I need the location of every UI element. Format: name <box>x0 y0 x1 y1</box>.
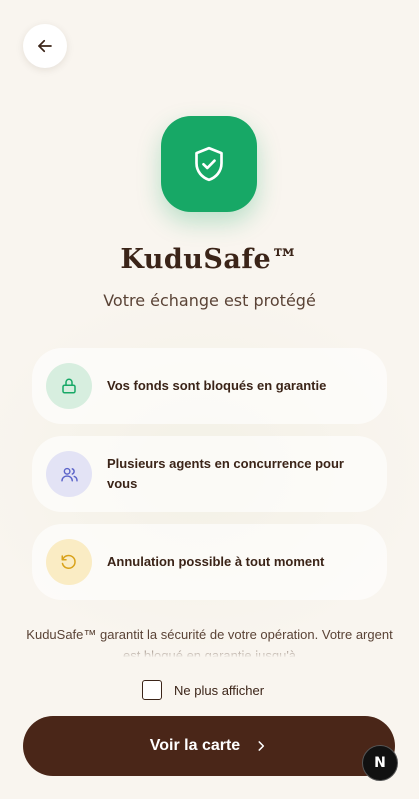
feature-cancellation: Annulation possible à tout moment <box>32 524 387 600</box>
feature-icon-badge <box>46 451 92 497</box>
rotate-ccw-icon <box>60 553 78 571</box>
feature-icon-badge <box>46 539 92 585</box>
users-icon <box>60 465 79 484</box>
shield-badge <box>161 116 257 212</box>
dev-tools-badge[interactable]: N <box>362 745 398 781</box>
feature-text: Vos fonds sont bloqués en garantie <box>107 378 327 393</box>
security-note: KuduSafe™ garantit la sécurité de votre … <box>26 627 393 657</box>
arrow-left-icon <box>36 37 54 55</box>
back-button[interactable] <box>23 24 67 68</box>
feature-escrow: Vos fonds sont bloqués en garantie <box>32 348 387 424</box>
chevron-right-icon <box>254 739 268 753</box>
feature-icon-badge <box>46 363 92 409</box>
page-title: KuduSafe™ <box>120 244 299 275</box>
dont-show-checkbox[interactable] <box>142 680 162 700</box>
feature-text: Plusieurs agents en concurrence pour vou… <box>107 456 344 491</box>
dont-show-again[interactable]: Ne plus afficher <box>142 680 264 700</box>
feature-text: Annulation possible à tout moment <box>107 554 325 569</box>
view-map-button-label: Voir la carte <box>149 737 241 754</box>
lock-icon <box>60 377 78 395</box>
dont-show-label: Ne plus afficher <box>174 682 265 698</box>
page-subtitle: Votre échange est protégé <box>103 291 316 310</box>
feature-agents: Plusieurs agents en concurrence pour vou… <box>32 436 387 512</box>
shield-check-icon <box>189 144 229 184</box>
view-map-button[interactable]: Voir la carte <box>23 716 395 776</box>
